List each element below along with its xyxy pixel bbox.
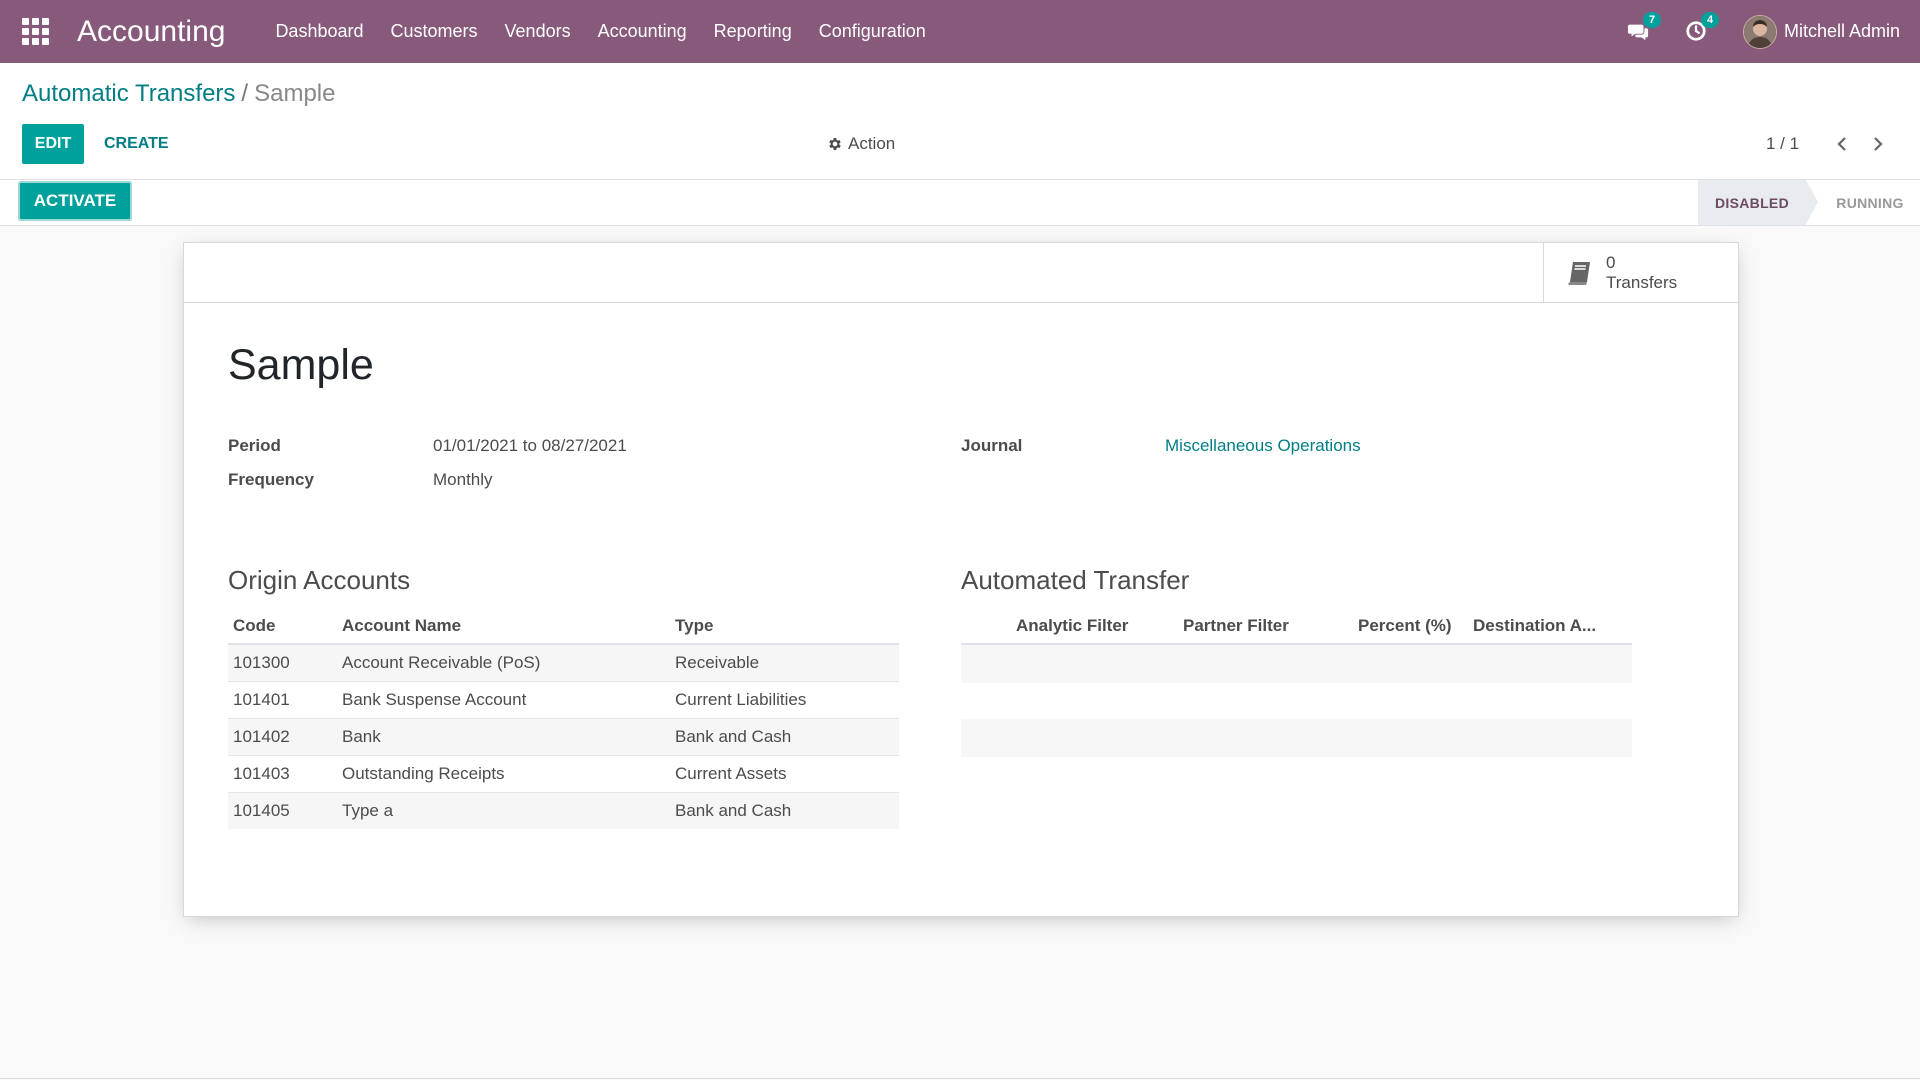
journal-label: Journal: [961, 436, 1023, 455]
table-row[interactable]: 101402 Bank Bank and Cash: [228, 718, 899, 756]
cell-type: Current Assets: [670, 755, 899, 793]
column-header-percent[interactable]: Percent (%): [1353, 609, 1468, 645]
column-header-type[interactable]: Type: [670, 609, 899, 645]
stage-running[interactable]: RUNNING: [1820, 180, 1920, 225]
period-label: Period: [228, 436, 281, 455]
control-panel: Automatic Transfers / Sample EDIT CREATE A…: [0, 63, 1920, 180]
avatar[interactable]: [1742, 14, 1777, 49]
transfers-label: Transfers: [1606, 272, 1678, 292]
cell-account-name: Bank Suspense Account: [337, 681, 670, 719]
column-header-account-name[interactable]: Account Name: [337, 609, 670, 645]
top-navbar: Accounting Dashboard Customers Vendors A…: [0, 0, 1920, 63]
messages-button[interactable]: 7: [1627, 11, 1662, 44]
breadcrumb: Automatic Transfers / Sample: [22, 80, 335, 108]
edit-button[interactable]: EDIT: [22, 124, 84, 164]
divider: [0, 1078, 1920, 1079]
menu-item-configuration[interactable]: Configuration: [819, 21, 926, 42]
period-value: 01/01/2021 to 08/27/2021: [433, 436, 627, 455]
breadcrumb-separator: /: [241, 80, 249, 107]
transfers-count: 0: [1606, 252, 1616, 272]
user-avatar-icon: [1743, 15, 1776, 48]
systray: 7 4 Mitchell Admin: [1627, 0, 1900, 63]
cell-code: 101401: [228, 681, 337, 719]
table-row[interactable]: 101300 Account Receivable (PoS) Receivab…: [228, 643, 899, 682]
column-header-analytic-filter[interactable]: Analytic Filter: [1011, 609, 1178, 645]
table-row[interactable]: 101403 Outstanding Receipts Current Asse…: [228, 755, 899, 793]
menu-item-customers[interactable]: Customers: [391, 21, 478, 42]
frequency-value: Monthly: [433, 470, 493, 489]
apps-menu-icon[interactable]: [21, 18, 49, 46]
form-sheet: 0 Transfers Sample Period 01/01/2021 to …: [183, 242, 1739, 917]
statusbar: ACTIVATE DISABLED RUNNING: [0, 180, 1920, 226]
menu-item-reporting[interactable]: Reporting: [714, 21, 792, 42]
automated-transfer-title: Automated Transfer: [961, 565, 1190, 595]
stage-arrow: [1806, 180, 1818, 224]
cell-account-name: Outstanding Receipts: [337, 755, 670, 793]
table-row[interactable]: 101401 Bank Suspense Account Current Lia…: [228, 681, 899, 719]
breadcrumb-parent[interactable]: Automatic Transfers: [22, 80, 235, 107]
menu-item-vendors[interactable]: Vendors: [505, 21, 571, 42]
main-menu: Dashboard Customers Vendors Accounting R…: [275, 21, 952, 42]
list-item: [961, 645, 1632, 683]
origin-accounts-title: Origin Accounts: [228, 565, 411, 595]
activities-badge: 4: [1700, 11, 1720, 28]
button-box: 0 Transfers: [184, 243, 1738, 303]
cell-type: Receivable: [670, 643, 899, 682]
pager-value[interactable]: 1 / 1: [1766, 124, 1799, 164]
chevron-left-icon[interactable]: [1832, 134, 1852, 154]
cell-code: 101405: [228, 792, 337, 829]
action-dropdown[interactable]: Action: [827, 124, 895, 164]
cell-type: Bank and Cash: [670, 792, 899, 829]
create-button[interactable]: CREATE: [104, 124, 169, 164]
user-menu[interactable]: Mitchell Admin: [1784, 21, 1900, 42]
frequency-label: Frequency: [228, 470, 314, 489]
cell-type: Current Liabilities: [670, 681, 899, 719]
cell-code: 101403: [228, 755, 337, 793]
cell-account-name: Type a: [337, 792, 670, 829]
column-header-destination-account[interactable]: Destination A...: [1468, 609, 1632, 645]
cell-code: 101402: [228, 718, 337, 756]
table-row[interactable]: 101405 Type a Bank and Cash: [228, 792, 899, 829]
app-brand[interactable]: Accounting: [77, 15, 225, 49]
record-title: Sample: [228, 341, 374, 389]
automated-transfer-table: Analytic Filter Partner Filter Percent (…: [961, 609, 1632, 645]
menu-item-dashboard[interactable]: Dashboard: [275, 21, 363, 42]
column-header-partner-filter[interactable]: Partner Filter: [1178, 609, 1353, 645]
cell-type: Bank and Cash: [670, 718, 899, 756]
activate-button[interactable]: ACTIVATE: [20, 183, 130, 219]
cell-account-name: Bank: [337, 718, 670, 756]
book-icon: [1568, 261, 1590, 285]
messages-badge: 7: [1642, 11, 1662, 28]
activities-button[interactable]: 4: [1685, 11, 1720, 44]
transfers-smart-button[interactable]: 0 Transfers: [1543, 243, 1738, 302]
list-item: [961, 719, 1632, 757]
gear-icon: [829, 138, 841, 150]
breadcrumb-current: Sample: [254, 80, 336, 107]
column-header-handle: [961, 609, 1011, 645]
chevron-right-icon[interactable]: [1868, 134, 1888, 154]
journal-link[interactable]: Miscellaneous Operations: [1165, 436, 1361, 456]
cell-code: 101300: [228, 643, 337, 682]
menu-item-accounting[interactable]: Accounting: [598, 21, 687, 42]
cell-account-name: Account Receivable (PoS): [337, 643, 670, 682]
stage-disabled[interactable]: DISABLED: [1698, 180, 1806, 225]
origin-accounts-table: Code Account Name Type 101300 Account Re…: [228, 609, 899, 829]
action-label: Action: [848, 134, 896, 153]
column-header-code[interactable]: Code: [228, 609, 337, 645]
